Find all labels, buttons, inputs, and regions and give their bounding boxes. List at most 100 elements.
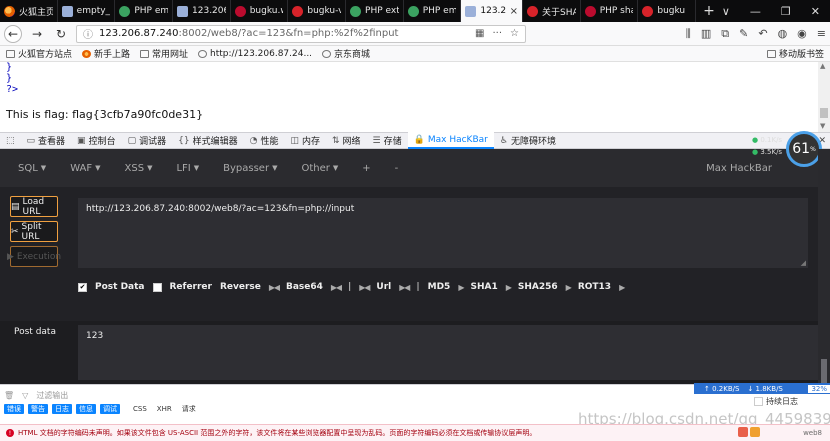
browser-tab[interactable]: PHP em: [115, 0, 174, 22]
tab-debugger[interactable]: ▢ 调试器: [122, 132, 173, 149]
browser-tab[interactable]: PHP ext: [346, 0, 404, 22]
browser-tab[interactable]: PHP em: [404, 0, 462, 22]
chip-errors[interactable]: 错误: [4, 404, 24, 414]
menu-xss[interactable]: XSS ▼: [121, 163, 157, 174]
maximize-button[interactable]: ❐: [781, 5, 791, 18]
browser-tab[interactable]: 火狐主页: [0, 0, 58, 22]
execute-button[interactable]: ▶ Execution: [7, 246, 61, 267]
bookmark-item[interactable]: 京东商城: [322, 47, 370, 60]
sync-icon[interactable]: ◍: [778, 27, 788, 40]
tab-memory[interactable]: ◫ 内存: [284, 132, 326, 149]
browser-tab[interactable]: 123.206.87: [173, 0, 231, 22]
tab-network[interactable]: ⇅ 网络: [326, 132, 367, 149]
persist-logs[interactable]: 持续日志: [754, 396, 798, 407]
account-icon[interactable]: ◉: [797, 27, 807, 40]
reload-button[interactable]: ↻: [52, 25, 70, 43]
load-icon: ▤: [11, 201, 20, 212]
split-url-button[interactable]: ✂ Split URL: [10, 221, 58, 242]
chip-debug[interactable]: 调试: [100, 404, 120, 414]
load-url-button[interactable]: ▤ Load URL: [10, 196, 58, 217]
browser-tab[interactable]: PHP sha: [581, 0, 639, 22]
post-data-textarea[interactable]: 123: [78, 325, 818, 380]
tab-close-icon[interactable]: ×: [510, 6, 518, 17]
referrer-checkbox[interactable]: [152, 282, 162, 292]
browser-tab[interactable]: bugku-v: [288, 0, 347, 22]
page-scrollbar[interactable]: ▲ ▼: [818, 62, 830, 132]
encoder-md5[interactable]: MD5: [428, 282, 451, 292]
close-window-button[interactable]: ✕: [811, 5, 820, 18]
info-icon[interactable]: ⓘ: [83, 26, 93, 41]
encoder-sha1[interactable]: SHA1: [470, 282, 497, 292]
trash-icon[interactable]: 🗑: [4, 391, 14, 400]
url-bar[interactable]: ⓘ 123.206.87.240:8002/web8/?ac=123&fn=ph…: [76, 24, 526, 43]
scroll-thumb[interactable]: [820, 108, 828, 118]
screenshot-icon[interactable]: ⧉: [721, 27, 729, 41]
input-method-icon[interactable]: [738, 427, 748, 437]
bookmark-item[interactable]: 火狐官方站点: [6, 47, 72, 60]
caret-down-icon: ▼: [332, 164, 339, 172]
element-picker-icon[interactable]: ⬚: [0, 132, 21, 149]
tab-max-hackbar[interactable]: 🔒 Max HacKBar: [407, 132, 494, 149]
bookmark-item[interactable]: 新手上路: [82, 47, 130, 60]
tab-storage[interactable]: ☰ 存储: [367, 132, 408, 149]
undo-close-icon[interactable]: ↶: [758, 27, 767, 40]
tray-app-icon[interactable]: [750, 427, 760, 437]
url-textarea[interactable]: http://123.206.87.240:8002/web8/?ac=123&…: [78, 198, 808, 268]
menu-bypasser[interactable]: Bypasser ▼: [219, 163, 281, 174]
persist-logs-checkbox[interactable]: [754, 397, 763, 406]
menu-icon[interactable]: ≡: [817, 27, 826, 40]
browser-tab[interactable]: 123.206. ×: [461, 0, 524, 22]
new-tab-button[interactable]: +: [696, 0, 722, 22]
sidebar-icon[interactable]: ▥: [701, 27, 711, 40]
tab-list-button[interactable]: ∨: [722, 5, 730, 18]
menu-add[interactable]: +: [358, 163, 374, 174]
tab-title: 123.206.: [480, 6, 506, 16]
tab-style-editor[interactable]: {} 样式编辑器: [172, 132, 243, 149]
scroll-down-icon[interactable]: ▼: [820, 122, 825, 130]
browser-tab[interactable]: bugku: [638, 0, 697, 22]
resize-handle-icon[interactable]: ◢: [801, 259, 806, 267]
menu-sql[interactable]: SQL ▼: [14, 163, 50, 174]
console-error-message[interactable]: ! HTML 文档的字符编码未声明。如果该文件包含 US-ASCII 范围之外的…: [0, 424, 830, 441]
error-source-link[interactable]: web8: [803, 429, 830, 437]
extension-icon[interactable]: ✎: [739, 27, 748, 40]
browser-tab[interactable]: empty_: [58, 0, 116, 22]
filter-input[interactable]: 过滤输出: [36, 390, 68, 401]
forward-button[interactable]: →: [28, 25, 46, 43]
chip-warnings[interactable]: 警告: [28, 404, 48, 414]
chip-logs[interactable]: 日志: [52, 404, 72, 414]
chip-requests[interactable]: 请求: [179, 404, 199, 414]
bookmark-star-icon[interactable]: ☆: [510, 28, 519, 39]
tab-accessibility[interactable]: ♿ 无障碍环境: [494, 132, 562, 149]
page-actions-icon[interactable]: ···: [492, 28, 502, 39]
tab-console[interactable]: ▣ 控制台: [71, 132, 122, 149]
browser-tab[interactable]: 关于SHA: [523, 0, 581, 22]
cpu-gauge[interactable]: 61%: [786, 131, 822, 167]
library-icon[interactable]: ⫼: [686, 27, 691, 41]
menu-lfi[interactable]: LFI ▼: [172, 163, 203, 174]
bookmark-item[interactable]: http://123.206.87.24...: [198, 49, 312, 59]
encoder-rot13[interactable]: ROT13: [578, 282, 611, 292]
tab-inspector[interactable]: ▭ 查看器: [21, 132, 72, 149]
encoder-sha256[interactable]: SHA256: [518, 282, 558, 292]
scroll-up-icon[interactable]: ▲: [820, 62, 825, 70]
tab-performance[interactable]: ◔ 性能: [244, 132, 285, 149]
encoder-reverse[interactable]: Reverse: [220, 282, 261, 292]
qr-code-icon[interactable]: ▦: [475, 28, 484, 39]
browser-tab[interactable]: bugku.w: [231, 0, 289, 22]
hackbar-scrollbar[interactable]: [818, 149, 830, 384]
encoder-url[interactable]: Url: [376, 282, 391, 292]
mobile-bookmarks[interactable]: 移动版书签: [766, 47, 824, 60]
menu-remove[interactable]: -: [391, 163, 403, 174]
menu-waf[interactable]: WAF ▼: [66, 163, 104, 174]
minimize-button[interactable]: —: [750, 5, 761, 18]
encoder-base64[interactable]: Base64: [286, 282, 323, 292]
back-button[interactable]: ←: [4, 24, 22, 43]
chip-xhr[interactable]: XHR: [154, 405, 175, 413]
menu-other[interactable]: Other ▼: [297, 163, 342, 174]
chip-css[interactable]: CSS: [130, 405, 150, 413]
bookmark-item[interactable]: 常用网址: [140, 47, 188, 60]
post-data-checkbox[interactable]: ✔: [78, 282, 87, 292]
chip-info[interactable]: 信息: [76, 404, 96, 414]
scroll-thumb[interactable]: [821, 359, 827, 383]
